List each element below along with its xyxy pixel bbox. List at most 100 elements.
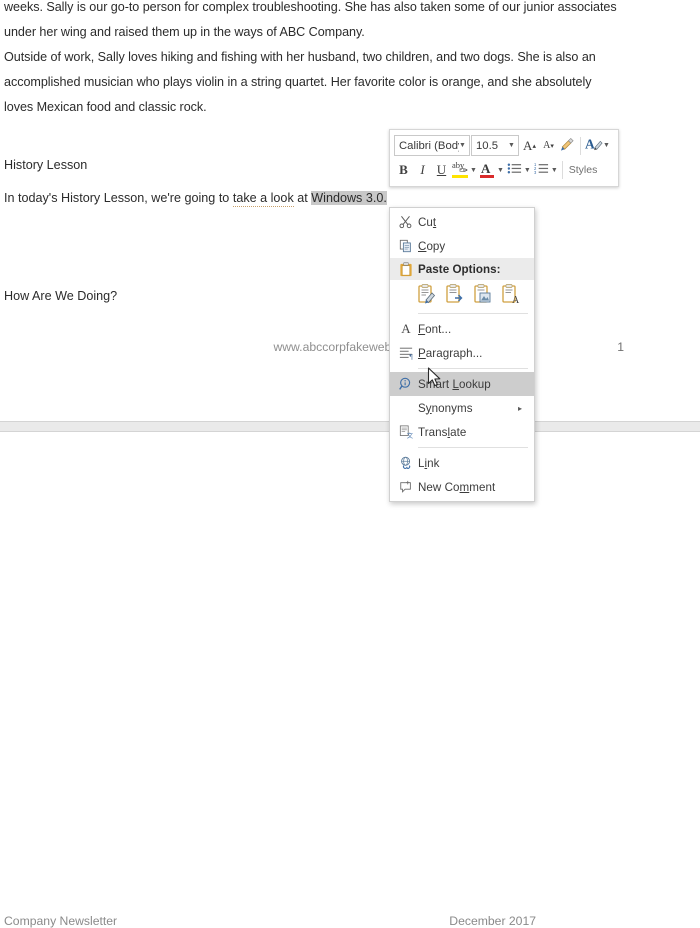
bold-icon: B xyxy=(399,162,408,177)
context-menu-label-synonyms: Synonyms xyxy=(418,401,473,415)
context-menu-label-link: Link xyxy=(418,456,440,470)
font-size-value: 10.5 xyxy=(476,139,498,152)
paste-picture-icon[interactable] xyxy=(472,284,492,306)
context-menu-separator xyxy=(418,313,528,314)
chevron-down-icon[interactable]: ▼ xyxy=(508,142,518,149)
shrink-font-icon: A xyxy=(543,140,551,151)
document-website-url: www.abccorpfakewebsite.co xyxy=(273,340,427,354)
clipboard-icon xyxy=(394,261,418,277)
context-menu-label-paragraph: Paragraph... xyxy=(418,346,483,360)
footer-right-text: December 2017 xyxy=(449,914,536,928)
context-menu-item-paragraph[interactable]: ¶ Paragraph... xyxy=(390,341,534,365)
context-menu-item-link[interactable]: Link xyxy=(390,451,534,475)
mini-formatting-toolbar[interactable]: Calibri (Body ▼ 10.5 ▼ A ▴ A ▾ A ▼ B I U… xyxy=(389,129,619,187)
numbering-icon: 1 2 3 xyxy=(534,162,549,178)
format-painter-icon xyxy=(560,137,575,155)
text-highlight-button[interactable]: aby ✑ xyxy=(451,159,470,181)
font-color-button[interactable]: A xyxy=(478,159,497,181)
selected-text[interactable]: Windows 3.0. xyxy=(311,191,387,205)
font-color-icon: A xyxy=(479,161,495,179)
magnifier-icon xyxy=(394,377,418,391)
context-menu-label-smart-lookup: Smart Lookup xyxy=(418,377,491,391)
font-size-combobox[interactable]: 10.5 ▼ xyxy=(471,135,519,156)
context-menu-item-copy[interactable]: Copy xyxy=(390,234,534,258)
submenu-arrow-icon: ▸ xyxy=(517,403,522,413)
page-break-gap xyxy=(0,421,700,432)
highlight-color-bar xyxy=(452,174,468,178)
bullets-icon xyxy=(507,162,522,178)
numbering-button[interactable]: 1 2 3 xyxy=(532,159,551,181)
footer-left-text: Company Newsletter xyxy=(4,914,118,928)
chevron-down-icon[interactable]: ▼ xyxy=(497,167,504,174)
context-menu-label-copy: Copy xyxy=(418,239,446,253)
scissors-icon xyxy=(394,215,418,229)
paste-keep-text-only-icon[interactable]: A xyxy=(500,284,520,306)
paste-keep-source-formatting-icon[interactable] xyxy=(416,284,436,306)
paragraph-icon: ¶ xyxy=(394,346,418,360)
highlighter-icon: aby ✑ xyxy=(452,160,469,179)
down-arrow-icon: ▾ xyxy=(550,142,554,150)
context-menu-label-cut: Cut xyxy=(418,215,437,229)
format-painter-button[interactable] xyxy=(558,135,577,157)
bold-button[interactable]: B xyxy=(394,159,413,181)
heading-how-are-we-doing[interactable]: How Are We Doing? xyxy=(4,289,117,303)
context-menu-label-paste-options: Paste Options: xyxy=(418,262,501,276)
italic-icon: I xyxy=(420,162,425,177)
svg-text:3: 3 xyxy=(534,170,537,175)
context-menu[interactable]: Cut Copy Paste Options: A A Font... ¶ Pa… xyxy=(389,207,535,502)
context-menu-item-cut[interactable]: Cut xyxy=(390,210,534,234)
comment-icon xyxy=(394,480,418,494)
paste-merge-formatting-icon[interactable] xyxy=(444,284,464,306)
styles-label[interactable]: Styles xyxy=(566,164,598,176)
context-menu-label-font: Font... xyxy=(418,322,452,336)
context-menu-label-new-comment: New Comment xyxy=(418,480,496,494)
paste-options-icon-row[interactable]: A xyxy=(390,280,534,310)
svg-text:A: A xyxy=(585,137,595,152)
paragraph-sally-bio[interactable]: weeks. Sally is our go-to person for com… xyxy=(4,0,619,45)
context-menu-item-font[interactable]: A Font... xyxy=(390,317,534,341)
context-menu-separator xyxy=(418,447,528,448)
grammar-flagged-phrase[interactable]: take a look xyxy=(232,191,294,207)
font-name-combobox[interactable]: Calibri (Body ▼ xyxy=(394,135,470,156)
context-menu-item-smart-lookup[interactable]: Smart Lookup xyxy=(390,372,534,396)
context-menu-label-translate: Translate xyxy=(418,425,467,439)
toolbar-divider xyxy=(561,161,563,179)
up-arrow-icon: ▴ xyxy=(532,142,536,150)
styles-gallery-icon: A xyxy=(585,136,603,155)
chevron-down-icon[interactable]: ▼ xyxy=(470,167,477,174)
grow-font-button[interactable]: A ▴ xyxy=(520,135,539,157)
svg-text:¶: ¶ xyxy=(410,353,414,360)
context-menu-separator xyxy=(418,368,528,369)
underline-icon: U xyxy=(436,162,447,177)
context-menu-item-synonyms[interactable]: Synonyms ▸ xyxy=(390,396,534,420)
translate-icon: 文 xyxy=(394,425,418,439)
history-sentence-prefix: In today's History Lesson, we're going t… xyxy=(4,191,233,205)
grow-font-icon: A xyxy=(523,137,533,153)
heading-history-lesson[interactable]: History Lesson xyxy=(4,158,87,172)
font-name-value: Calibri (Body xyxy=(399,139,459,152)
font-a-icon: A xyxy=(401,321,411,336)
globe-link-icon xyxy=(394,456,418,470)
toolbar-divider xyxy=(580,136,581,155)
context-menu-item-translate[interactable]: 文 Translate xyxy=(390,420,534,444)
shrink-font-button[interactable]: A ▾ xyxy=(539,135,558,157)
styles-gallery-button[interactable]: A ▼ xyxy=(584,135,612,157)
chevron-down-icon[interactable]: ▼ xyxy=(603,142,610,149)
history-sentence-midfix: at xyxy=(293,191,312,205)
paragraph-outside-of-work[interactable]: Outside of work, Sally loves hiking and … xyxy=(4,45,619,120)
chevron-down-icon[interactable]: ▼ xyxy=(551,167,558,174)
context-menu-item-new-comment[interactable]: New Comment xyxy=(390,475,534,499)
copy-icon xyxy=(394,239,418,253)
context-menu-item-paste-options: Paste Options: xyxy=(390,258,534,280)
bullets-button[interactable] xyxy=(505,159,524,181)
italic-button[interactable]: I xyxy=(413,159,432,181)
font-color-bar xyxy=(479,174,494,178)
document-page-number: 1 xyxy=(617,340,624,354)
chevron-down-icon[interactable]: ▼ xyxy=(524,167,531,174)
document-page-1[interactable]: weeks. Sally is our go-to person for com… xyxy=(0,0,700,422)
underline-button[interactable]: U xyxy=(432,159,451,181)
document-page-2[interactable]: Company Newsletter December 2017 xyxy=(0,432,700,928)
chevron-down-icon[interactable]: ▼ xyxy=(459,142,469,149)
svg-text:A: A xyxy=(512,295,520,306)
paragraph-history-sentence[interactable]: In today's History Lesson, we're going t… xyxy=(4,191,387,207)
